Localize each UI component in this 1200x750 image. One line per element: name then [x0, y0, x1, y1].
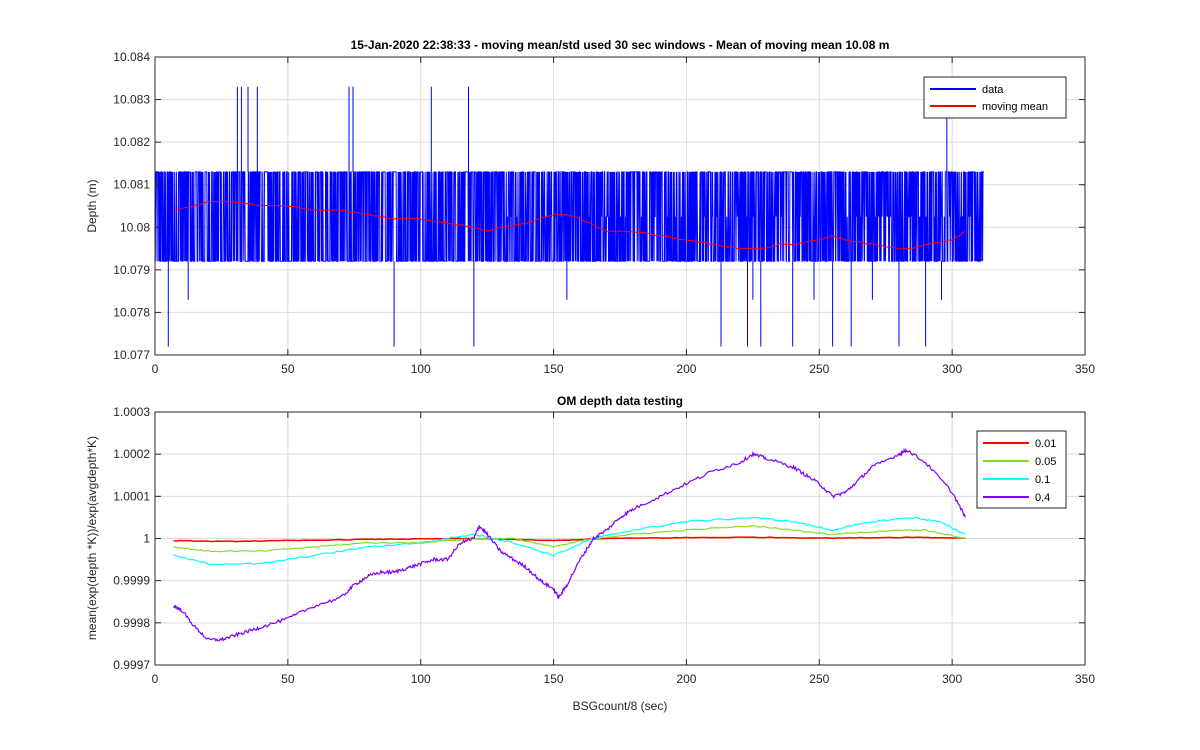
om-y-tick-label: 0.9998 — [113, 616, 150, 630]
om-x-tick-label: 150 — [544, 672, 564, 686]
depth-y-tick-label: 10.081 — [113, 178, 150, 192]
depth-x-tick-label: 300 — [942, 362, 962, 376]
om-y-tick-label: 0.9999 — [113, 574, 150, 588]
depth-chart-title: 15-Jan-2020 22:38:33 - moving mean/std u… — [351, 38, 890, 52]
depth-y-axis-label: Depth (m) — [85, 179, 99, 232]
depth-x-tick-label: 200 — [676, 362, 696, 376]
om-legend-label-0.05: 0.05 — [1035, 456, 1056, 468]
om-legend-label-0.4: 0.4 — [1035, 492, 1050, 504]
depth-legend-label-moving-mean: moving mean — [982, 101, 1048, 113]
om-y-tick-label: 1 — [143, 532, 150, 546]
depth-y-tick-label: 10.078 — [113, 305, 150, 319]
om-x-tick-label: 350 — [1075, 672, 1095, 686]
om-legend-label-0.01: 0.01 — [1035, 438, 1056, 450]
om-x-tick-label: 50 — [281, 672, 295, 686]
om-y-tick-label: 1.0003 — [113, 405, 150, 419]
om-x-tick-label: 200 — [676, 672, 696, 686]
om-x-axis-label: BSGcount/8 (sec) — [573, 699, 668, 713]
depth-legend: data moving mean — [923, 76, 1067, 119]
om-legend-label-0.1: 0.1 — [1035, 474, 1050, 486]
om-x-tick-label: 100 — [411, 672, 431, 686]
om-y-axis-label: mean(exp(depth *K))/exp(avgdepth*K) — [85, 436, 99, 640]
depth-x-tick-label: 150 — [544, 362, 564, 376]
om-x-tick-label: 0 — [152, 672, 159, 686]
om-axes: 0 50 100 150 200 250 300 350 0.9997 0.9998 0.9999 1… — [85, 394, 1095, 713]
depth-legend-label-data: data — [982, 84, 1004, 96]
depth-x-tick-label: 0 — [152, 362, 159, 376]
depth-y-tick-label: 10.08 — [120, 220, 150, 234]
depth-y-tick-label: 10.083 — [113, 93, 150, 107]
depth-y-tick-label: 10.079 — [113, 263, 150, 277]
om-y-tick-label: 1.0001 — [113, 489, 150, 503]
depth-y-tick-label: 10.082 — [113, 135, 150, 149]
om-legend: 0.01 0.05 0.1 0.4 — [976, 430, 1067, 509]
om-y-tick-label: 0.9997 — [113, 658, 150, 672]
depth-y-tick-label: 10.077 — [113, 348, 150, 362]
om-y-tick-label: 1.0002 — [113, 447, 150, 461]
depth-x-tick-label: 50 — [281, 362, 295, 376]
depth-y-tick-label: 10.084 — [113, 50, 150, 64]
figure: 0 50 100 150 200 250 300 35010.07710.07810.0791… — [0, 0, 1200, 750]
om-chart-title: OM depth data testing — [557, 394, 683, 408]
depth-x-tick-label: 350 — [1075, 362, 1095, 376]
om-x-tick-label: 300 — [942, 672, 962, 686]
depth-axes: 0 50 100 150 200 250 300 350 10.077 10.078 10.079 1… — [85, 38, 1095, 376]
depth-x-tick-label: 250 — [809, 362, 829, 376]
om-x-tick-label: 250 — [809, 672, 829, 686]
depth-x-tick-label: 100 — [411, 362, 431, 376]
